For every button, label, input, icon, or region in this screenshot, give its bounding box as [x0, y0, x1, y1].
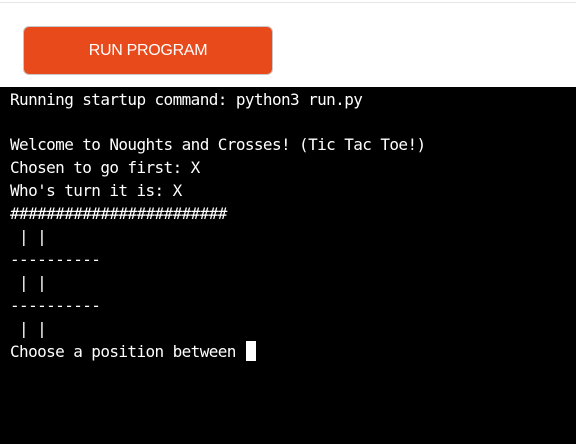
board-row-1: | | [10, 227, 47, 246]
terminal-cursor[interactable] [245, 341, 256, 361]
page: RUN PROGRAM Running startup command: pyt… [0, 0, 576, 444]
board-row-3: | | [10, 319, 47, 338]
terminal[interactable]: Running startup command: python3 run.py … [0, 87, 576, 444]
top-divider [0, 2, 576, 3]
board-row-2: | | [10, 273, 47, 292]
terminal-prompt: Choose a position between [10, 342, 245, 361]
terminal-line-startup: Running startup command: python3 run.py [10, 90, 363, 109]
terminal-line-separator: ######################## [10, 204, 227, 223]
board-divider-1: ---------- [10, 250, 101, 269]
board-divider-2: ---------- [10, 296, 101, 315]
terminal-line-first-player: Chosen to go first: X [10, 158, 200, 177]
run-program-button[interactable]: RUN PROGRAM [23, 26, 273, 75]
terminal-prompt-line[interactable]: Choose a position between [10, 341, 256, 363]
terminal-line-welcome: Welcome to Noughts and Crosses! (Tic Tac… [10, 135, 426, 154]
terminal-line-current-turn: Who's turn it is: X [10, 181, 182, 200]
